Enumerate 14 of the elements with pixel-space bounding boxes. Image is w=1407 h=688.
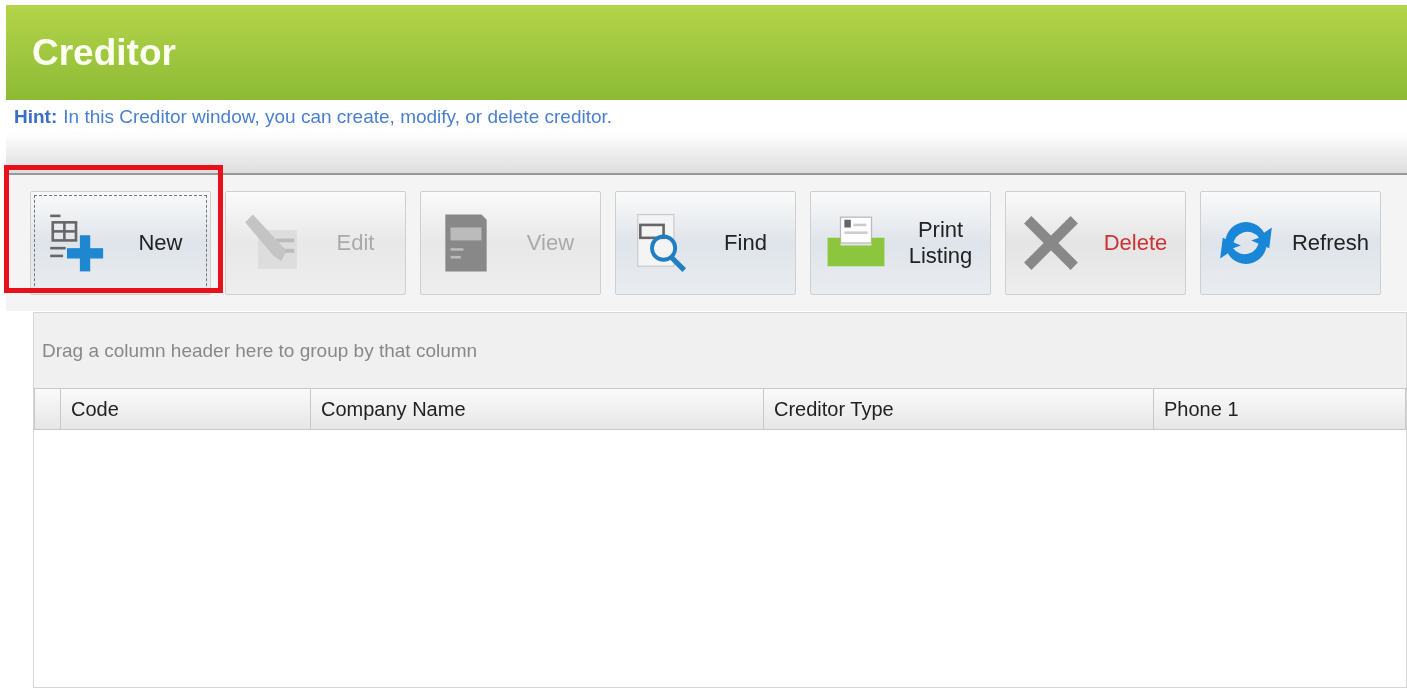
hint-text: In this Creditor window, you can create, modify, or delete creditor. (63, 106, 613, 127)
new-button[interactable]: New (30, 191, 211, 295)
window-title: Creditor (32, 31, 176, 74)
column-header[interactable]: Company Name (311, 388, 764, 430)
row-indicator-header (34, 388, 61, 430)
hint-label: Hint: (14, 106, 58, 127)
column-header[interactable]: Phone 1 (1154, 388, 1406, 430)
column-header[interactable]: Creditor Type (764, 388, 1154, 430)
delete-button[interactable]: Delete (1005, 191, 1186, 295)
print-button[interactable]: Print Listing (810, 191, 991, 295)
find-button[interactable]: Find (615, 191, 796, 295)
column-header[interactable]: Code (61, 388, 311, 430)
group-panel-hint: Drag a column header here to group by that column (42, 339, 478, 362)
refresh-button[interactable]: Refresh (1200, 191, 1381, 295)
